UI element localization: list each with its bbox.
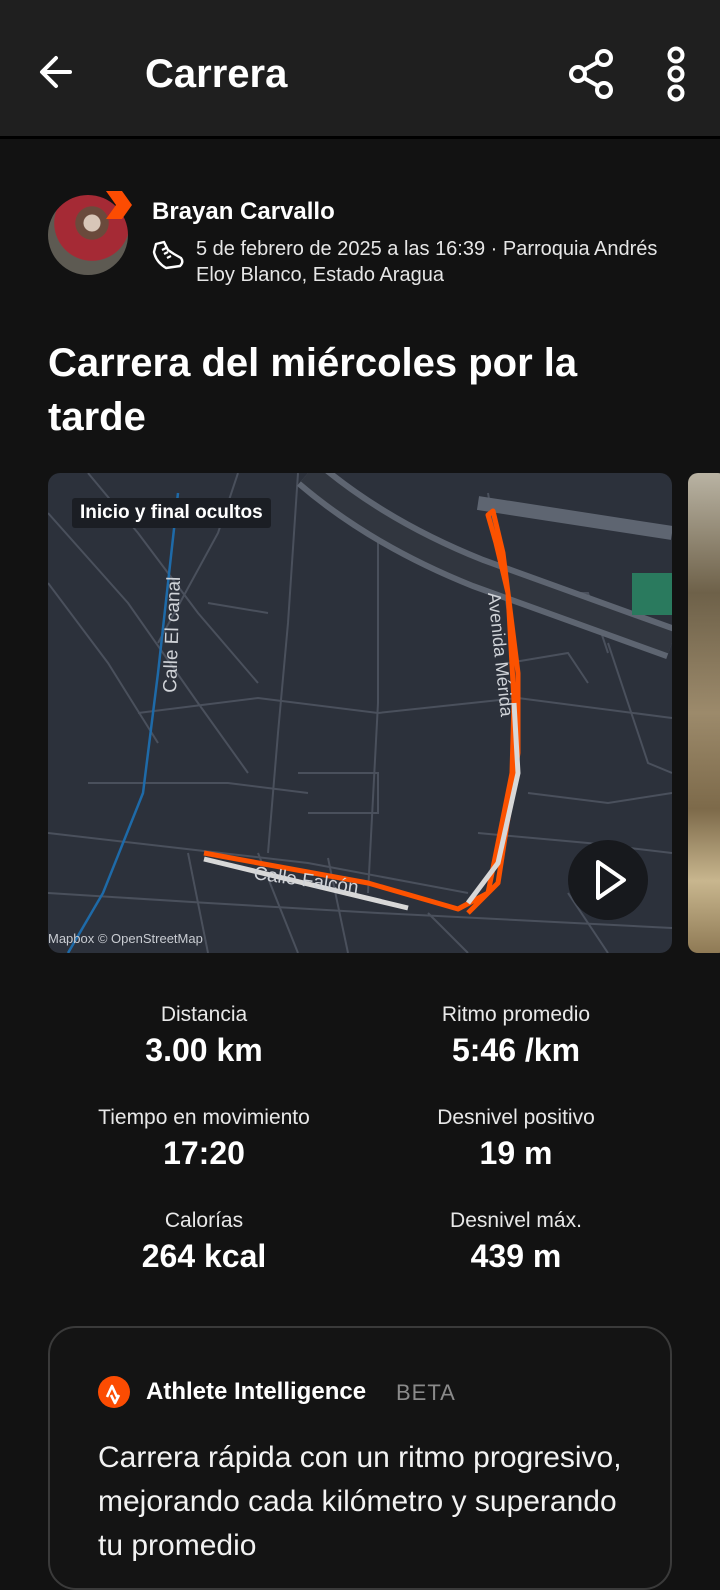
- stat-label: Tiempo en movimiento: [98, 1106, 310, 1129]
- activity-photo-thumbnail[interactable]: [688, 473, 720, 953]
- stat-value: 439 m: [470, 1238, 562, 1274]
- map-attribution[interactable]: Mapbox © OpenStreetMap: [48, 931, 203, 946]
- app-bar: Carrera: [0, 0, 720, 139]
- share-button[interactable]: [566, 48, 618, 100]
- stat-average-pace: Ritmo promedio 5:46 /km: [360, 1002, 672, 1070]
- page-title: Carrera: [145, 52, 288, 96]
- more-options-button[interactable]: [656, 46, 696, 102]
- athlete-intelligence-title: Athlete Intelligence: [146, 1378, 367, 1405]
- stat-value: 264 kcal: [141, 1238, 267, 1274]
- stat-label: Desnivel máx.: [450, 1209, 582, 1232]
- arrow-left-icon: [40, 56, 72, 88]
- activity-meta: 5 de febrero de 2025 a las 16:39 · Parro…: [196, 238, 658, 286]
- athlete-intelligence-logo-icon: [98, 1376, 130, 1408]
- stat-value: 19 m: [479, 1135, 553, 1171]
- stat-elevation-gain: Desnivel positivo 19 m: [360, 1105, 672, 1173]
- athlete-intelligence-card[interactable]: Athlete Intelligence BETA Carrera rápida…: [48, 1326, 672, 1590]
- beta-badge: BETA: [396, 1380, 456, 1405]
- stat-value: 17:20: [163, 1135, 245, 1171]
- street-label-calle-el-canal: Calle El canal: [160, 576, 185, 693]
- stat-value: 5:46 /km: [451, 1032, 581, 1068]
- stat-calories: Calorías 264 kcal: [48, 1208, 360, 1276]
- stat-distance: Distancia 3.00 km: [48, 1002, 360, 1070]
- stat-value: 3.00 km: [145, 1032, 263, 1068]
- back-button[interactable]: [34, 50, 78, 94]
- share-icon: [569, 49, 613, 99]
- athlete-name[interactable]: Brayan Carvallo: [152, 198, 335, 226]
- stat-moving-time: Tiempo en movimiento 17:20: [48, 1105, 360, 1173]
- running-shoe-icon: [152, 240, 184, 270]
- street-label-calle-falcon: Calle Falcón: [252, 863, 360, 898]
- stat-label: Calorías: [164, 1209, 244, 1232]
- more-vertical-icon: [667, 46, 685, 102]
- activity-title: Carrera del miércoles por la tarde: [48, 341, 578, 439]
- subscriber-badge-icon: [106, 191, 132, 219]
- stat-label: Desnivel positivo: [437, 1106, 595, 1129]
- play-icon: [596, 860, 626, 900]
- play-flyover-button[interactable]: [568, 840, 648, 920]
- stat-label: Ritmo promedio: [441, 1003, 591, 1026]
- stat-max-elevation: Desnivel máx. 439 m: [360, 1208, 672, 1276]
- stat-label: Distancia: [160, 1003, 248, 1026]
- start-end-hidden-tag: Inicio y final ocultos: [72, 498, 271, 528]
- athlete-intelligence-summary: Carrera rápida con un ritmo progresivo, …: [98, 1441, 622, 1562]
- route-map[interactable]: Calle El canal Avenida Mérida Calle Falc…: [48, 473, 672, 953]
